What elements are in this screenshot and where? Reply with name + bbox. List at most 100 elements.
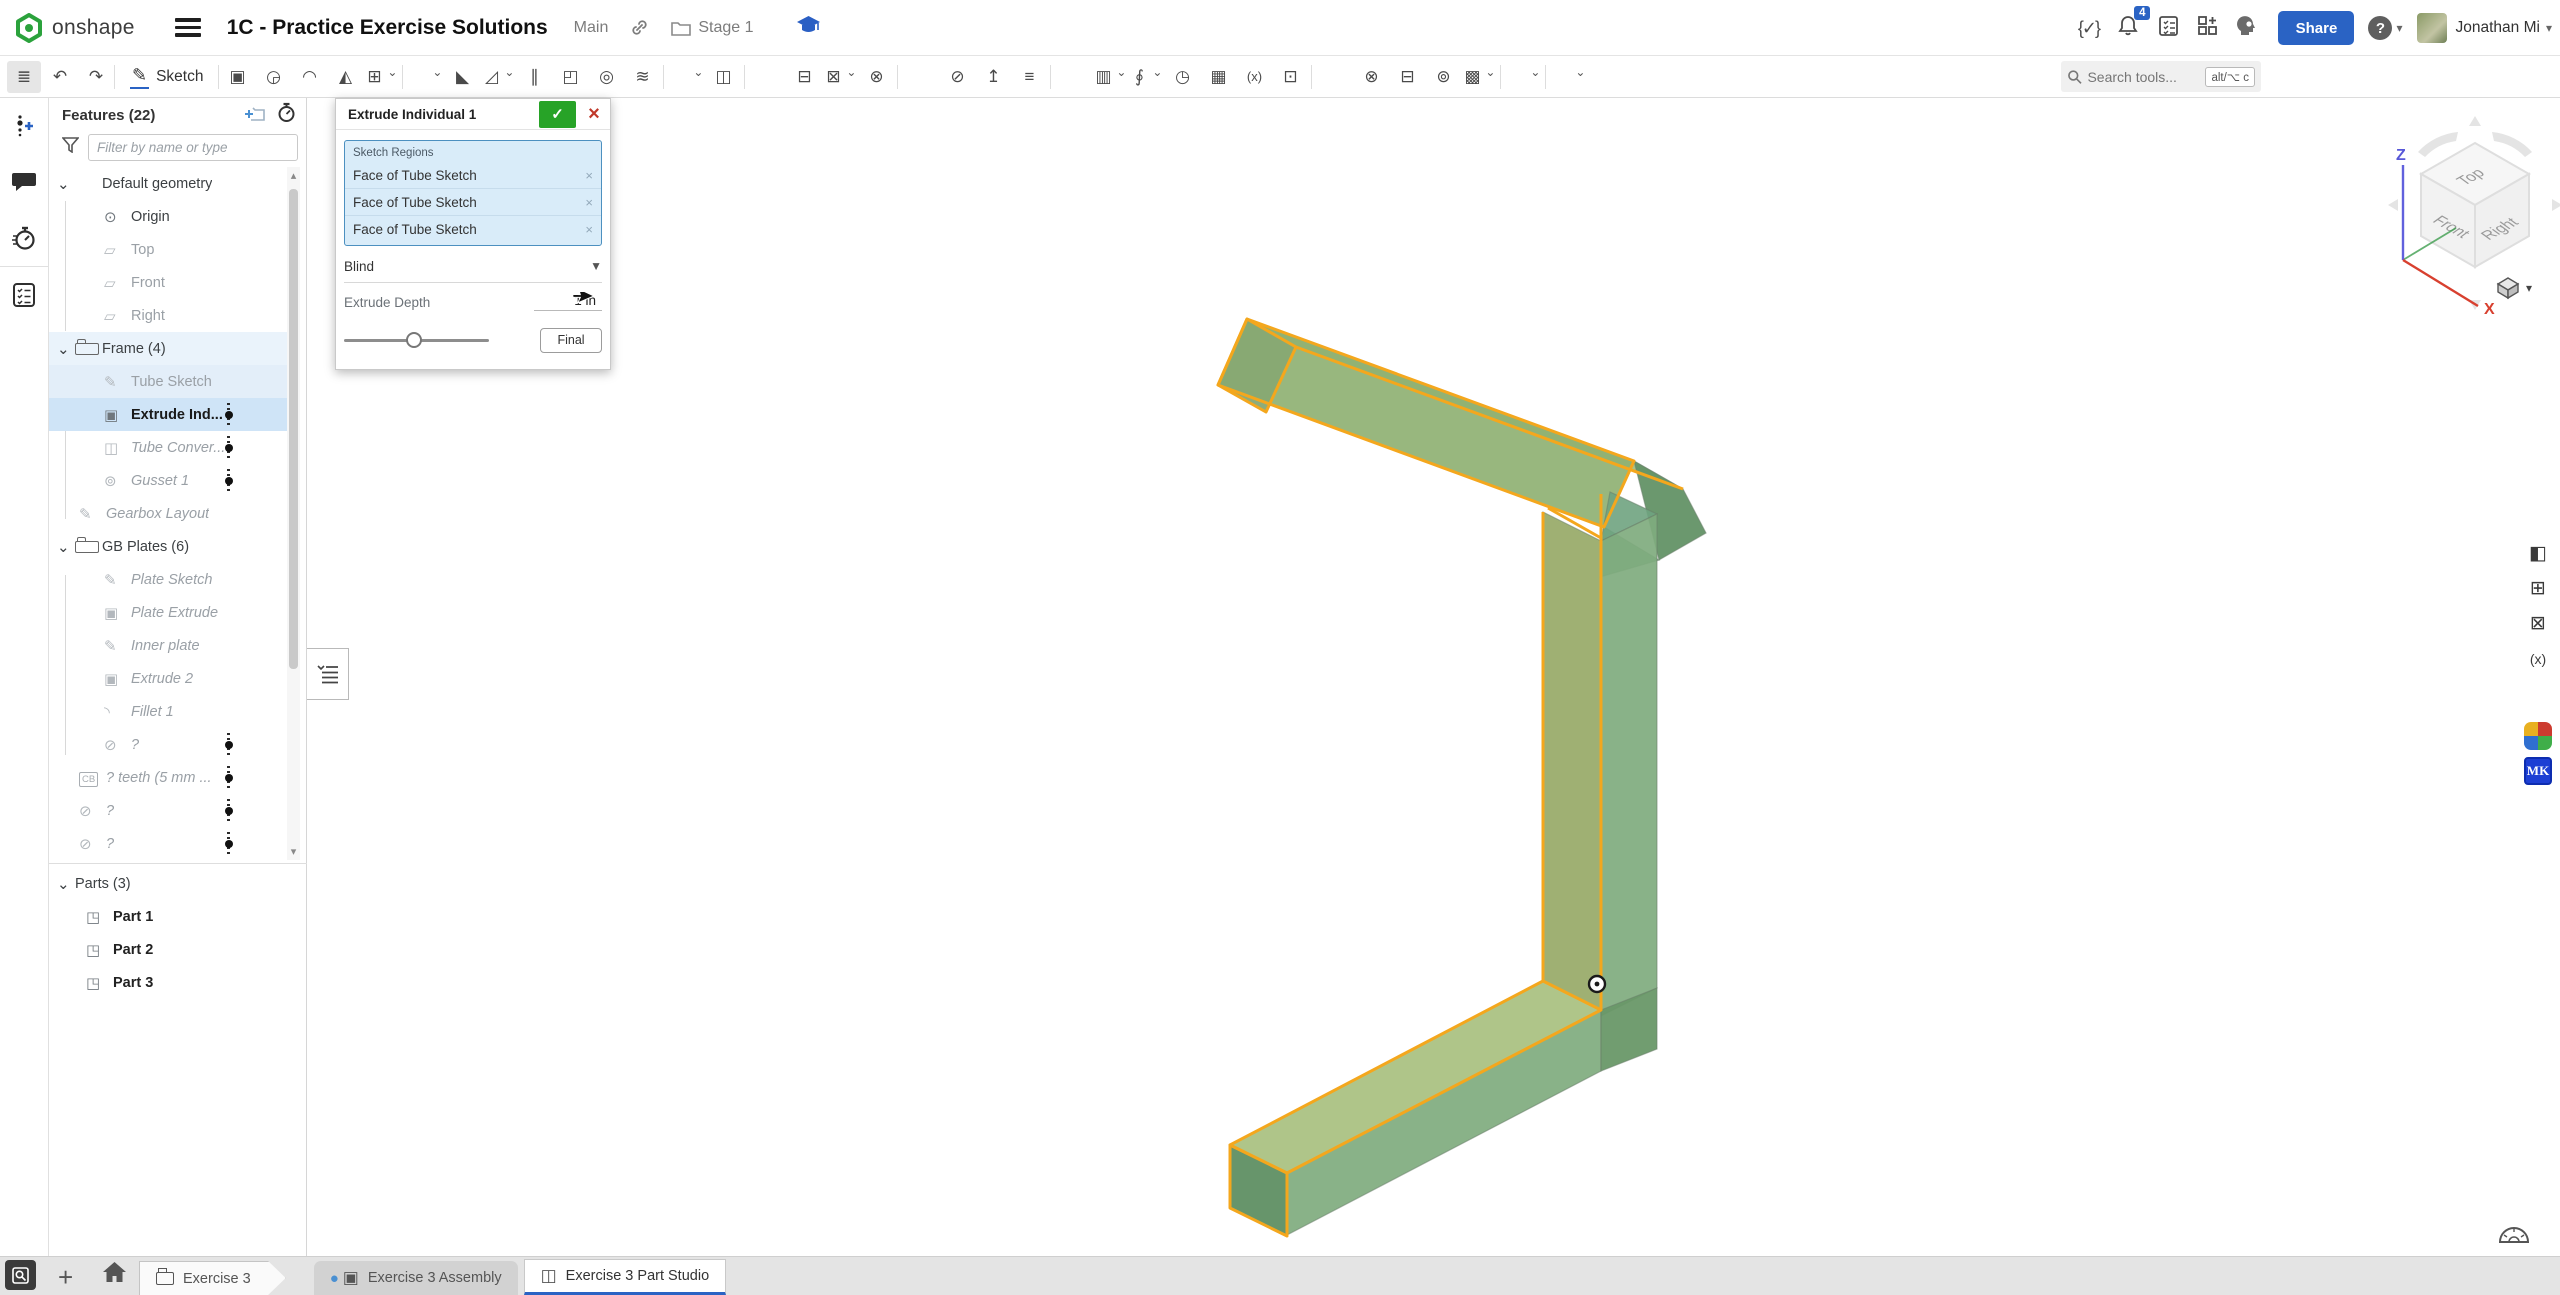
toolbar-icon[interactable] [220, 61, 254, 93]
parts-header-row[interactable]: Parts (3) [49, 867, 291, 900]
toolbar-icon[interactable] [256, 61, 290, 93]
ai-advisor-icon[interactable] [2228, 15, 2268, 42]
appearance-panel-icon[interactable]: ◧ [2520, 536, 2556, 571]
remove-region-icon[interactable]: × [585, 222, 593, 237]
document-tab[interactable]: Exercise 3 Part Studio [524, 1259, 727, 1295]
toolbar-icon[interactable] [364, 61, 398, 93]
measure-protractor-icon[interactable] [2496, 1219, 2532, 1250]
toolbar-icon[interactable] [904, 61, 938, 93]
insert-version-icon[interactable] [0, 98, 49, 154]
rollback-handle[interactable] [227, 733, 230, 756]
tree-row[interactable]: Origin [49, 200, 291, 233]
toolbar-icon[interactable] [1426, 61, 1460, 93]
panel-collapse-button[interactable] [307, 648, 349, 700]
user-avatar[interactable] [2417, 13, 2447, 43]
toolbar-icon[interactable] [859, 61, 893, 93]
rollback-handle[interactable] [227, 766, 230, 789]
confirm-button[interactable]: ✓ [539, 101, 576, 128]
tree-row[interactable]: Plate Sketch [49, 563, 291, 596]
sketch-region-row[interactable]: Face of Tube Sketch × [345, 162, 601, 189]
toolbar-icon[interactable] [670, 61, 704, 93]
toolbar-icon[interactable] [445, 61, 479, 93]
history-stopwatch-icon[interactable] [0, 210, 49, 266]
toolbar-icon[interactable] [1237, 61, 1271, 93]
toolbar-icon[interactable] [1165, 61, 1199, 93]
cancel-button[interactable]: × [582, 101, 606, 128]
sketch-region-row[interactable]: Face of Tube Sketch × [345, 189, 601, 216]
graphics-viewport[interactable]: Top Front Right Z X ▾ ◧ ⊞ ⊠ (x) MK [308, 98, 2560, 1256]
featurescript-icon[interactable]: {✓} [2068, 18, 2108, 39]
custom-tables-icon[interactable] [0, 267, 49, 323]
toolbar-icon[interactable] [787, 61, 821, 93]
share-button[interactable]: Share [2278, 11, 2354, 45]
toolbar-icon[interactable] [328, 61, 362, 93]
depth-slider-handle[interactable] [406, 332, 422, 348]
new-tab-button[interactable]: + [58, 1262, 73, 1293]
sketch-regions-box[interactable]: Sketch Regions Face of Tube Sketch × Fac… [344, 140, 602, 246]
tree-row[interactable]: Extrude Ind... [49, 398, 291, 431]
toolbar-icon[interactable] [517, 61, 551, 93]
view-options-button[interactable]: ▾ [2495, 276, 2532, 300]
tree-row[interactable]: Frame (4) [49, 332, 291, 365]
tree-row[interactable]: Tube Conver... [49, 431, 291, 464]
toolbar-icon[interactable] [1462, 61, 1496, 93]
document-tab[interactable]: Exercise 3 [139, 1261, 286, 1295]
tree-row[interactable]: GB Plates (6) [49, 530, 291, 563]
tree-row[interactable]: Gearbox Layout [49, 497, 291, 530]
tree-row[interactable]: Extrude 2 [49, 662, 291, 695]
toolbar-icon[interactable] [976, 61, 1010, 93]
toolbar-icon[interactable] [79, 61, 113, 93]
sketch-button[interactable]: ✎ Sketch [122, 61, 211, 93]
link-icon[interactable] [630, 18, 649, 37]
scroll-up-icon[interactable]: ▴ [287, 169, 300, 182]
comments-icon[interactable] [0, 154, 49, 210]
onshape-logo[interactable]: onshape [14, 13, 135, 43]
rollback-handle[interactable] [227, 403, 230, 426]
tree-row[interactable]: Inner plate [49, 629, 291, 662]
toolbar-icon[interactable] [292, 61, 326, 93]
toolbar-icon[interactable] [751, 61, 785, 93]
tree-row[interactable]: ? [49, 827, 291, 860]
toolbar-icon[interactable] [7, 61, 41, 93]
branch-name[interactable]: Main [574, 19, 609, 37]
user-name[interactable]: Jonathan Mi [2456, 19, 2540, 37]
tree-row[interactable]: Gusset 1 [49, 464, 291, 497]
rollback-handle[interactable] [227, 469, 230, 492]
filter-funnel-icon[interactable] [62, 137, 79, 158]
tree-scrollbar[interactable]: ▴ ▾ [287, 167, 300, 860]
tree-row[interactable]: Fillet 1 [49, 695, 291, 728]
rollback-handle[interactable] [227, 832, 230, 855]
document-tab[interactable]: Exercise 3 Assembly [314, 1261, 518, 1295]
search-documents-button[interactable] [5, 1260, 36, 1290]
toolbar-icon[interactable] [1129, 61, 1163, 93]
workspace-name[interactable]: Stage 1 [698, 19, 753, 37]
toolbar-icon[interactable] [553, 61, 587, 93]
toolbar-icon[interactable] [625, 61, 659, 93]
add-folder-icon[interactable] [245, 105, 265, 126]
user-menu-caret-icon[interactable]: ▾ [2546, 21, 2552, 35]
tree-row[interactable]: Front [49, 266, 291, 299]
toolbar-icon[interactable] [43, 61, 77, 93]
end-type-select[interactable]: Blind ▼ [344, 250, 602, 283]
final-button[interactable]: Final [540, 328, 602, 353]
help-caret-icon[interactable]: ▾ [2396, 21, 2402, 35]
configuration-variables-icon[interactable]: (x) [2520, 641, 2556, 676]
tree-caret-icon[interactable] [57, 340, 75, 358]
tree-row[interactable]: Tube Sketch [49, 365, 291, 398]
part-row[interactable]: Part 2 [49, 933, 291, 966]
tree-row[interactable]: Default geometry [49, 167, 291, 200]
part-row[interactable]: Part 3 [49, 966, 291, 999]
tree-row[interactable]: ? teeth (5 mm ... [49, 761, 291, 794]
app-store-icon[interactable] [2188, 15, 2228, 42]
tree-row[interactable]: ? [49, 794, 291, 827]
configurations-icon[interactable]: ⊞ [2520, 571, 2556, 606]
depth-value-input[interactable]: 1 in [534, 293, 602, 311]
rollback-handle[interactable] [227, 436, 230, 459]
tree-row[interactable]: Plate Extrude [49, 596, 291, 629]
home-button[interactable] [102, 1260, 127, 1289]
help-button[interactable]: ? [2368, 16, 2392, 40]
toolbar-icon[interactable] [1507, 61, 1541, 93]
remove-region-icon[interactable]: × [585, 195, 593, 210]
scrollbar-thumb[interactable] [289, 189, 298, 669]
hamburger-menu-icon[interactable] [175, 14, 201, 41]
